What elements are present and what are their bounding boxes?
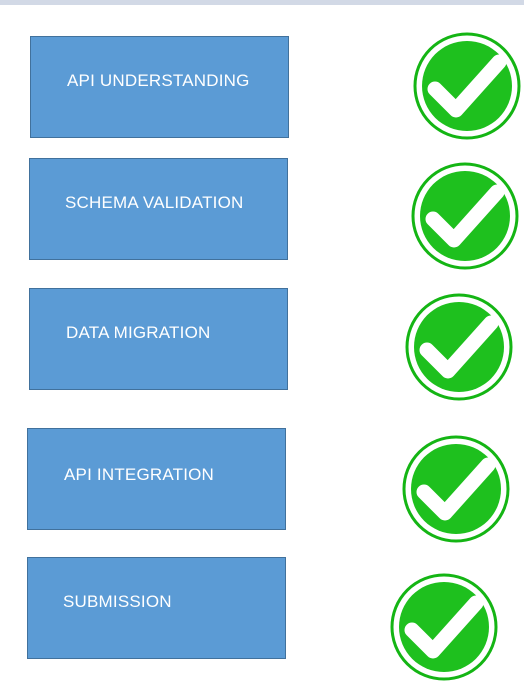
step-label-api-integration: API INTEGRATION bbox=[64, 465, 215, 484]
check-circle-icon bbox=[411, 162, 519, 270]
step-label-api-understanding: API UNDERSTANDING bbox=[67, 71, 250, 90]
step-label-data-migration: DATA MIGRATION bbox=[66, 323, 211, 342]
check-circle-icon bbox=[413, 32, 521, 140]
step-label-submission: SUBMISSION bbox=[63, 592, 172, 611]
check-circle-icon bbox=[402, 435, 510, 543]
check-circle-icon bbox=[390, 573, 498, 681]
top-divider bbox=[0, 0, 524, 5]
step-label-schema-validation: SCHEMA VALIDATION bbox=[65, 193, 244, 212]
check-circle-icon bbox=[405, 293, 513, 401]
